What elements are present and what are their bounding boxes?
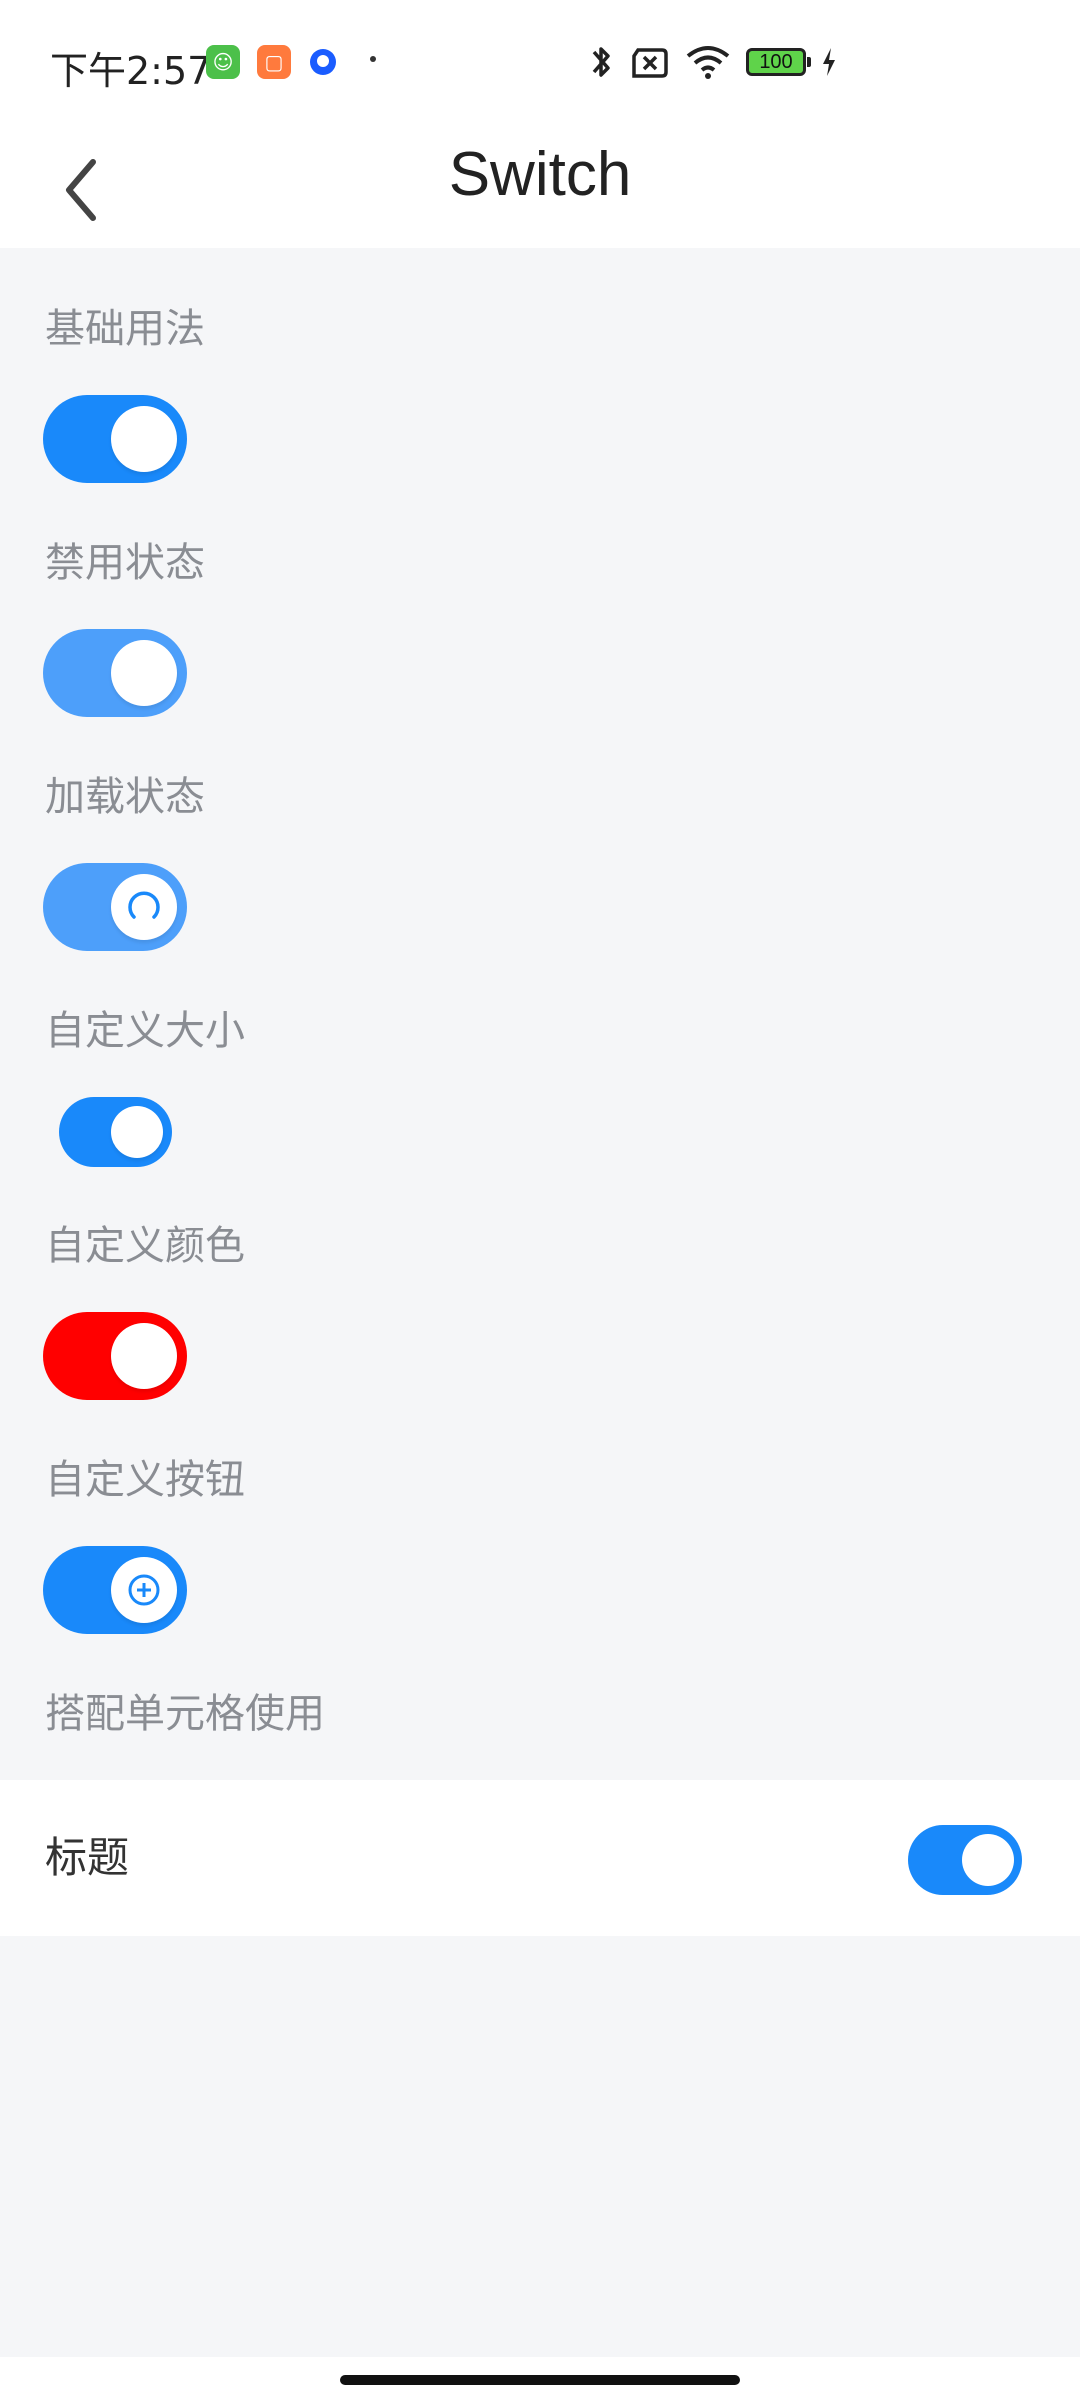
switch-knob <box>111 1106 163 1158</box>
switch-loading <box>43 863 187 951</box>
section-label-basic: 基础用法 <box>45 306 205 352</box>
switch-knob <box>111 874 177 940</box>
bluetooth-icon <box>592 47 610 77</box>
switch-custom-size[interactable] <box>59 1097 172 1167</box>
section-label-custom-color: 自定义颜色 <box>45 1223 245 1269</box>
switch-custom-button[interactable] <box>43 1546 187 1634</box>
section-label-disabled: 禁用状态 <box>45 540 205 586</box>
wifi-icon <box>686 46 730 79</box>
section-label-loading: 加载状态 <box>45 774 205 820</box>
battery-icon: 100 <box>746 48 811 76</box>
switch-knob <box>962 1834 1014 1886</box>
app-green-icon: ☺ <box>206 45 240 79</box>
switch-basic[interactable] <box>43 395 187 483</box>
home-indicator[interactable] <box>340 2375 740 2385</box>
nav-bar: Switch <box>0 125 1080 248</box>
loading-spinner-icon <box>128 891 160 919</box>
switch-knob <box>111 1557 177 1623</box>
section-label-with-cell: 搭配单元格使用 <box>45 1691 325 1737</box>
section-label-custom-button: 自定义按钮 <box>45 1457 245 1503</box>
plus-circle-icon <box>128 1574 160 1606</box>
switch-knob <box>111 640 177 706</box>
app-orange-icon: ▢ <box>257 45 291 79</box>
charging-icon <box>823 48 835 76</box>
cell-switch[interactable] <box>908 1825 1022 1895</box>
status-bar: 下午2:57 ☺ ▢ 100 <box>0 0 1080 125</box>
status-time: 下午2:57 <box>50 49 212 93</box>
switch-knob <box>111 1323 177 1389</box>
switch-disabled <box>43 629 187 717</box>
cell-row: 标题 <box>0 1780 1080 1936</box>
notification-dot-icon <box>370 56 376 62</box>
cell-title: 标题 <box>45 1833 130 1882</box>
page-title: Switch <box>448 140 632 209</box>
sim-x-icon <box>632 48 668 78</box>
switch-knob <box>111 406 177 472</box>
section-label-custom-size: 自定义大小 <box>45 1008 245 1054</box>
app-blue-icon <box>306 45 340 79</box>
switch-custom-color[interactable] <box>43 1312 187 1400</box>
